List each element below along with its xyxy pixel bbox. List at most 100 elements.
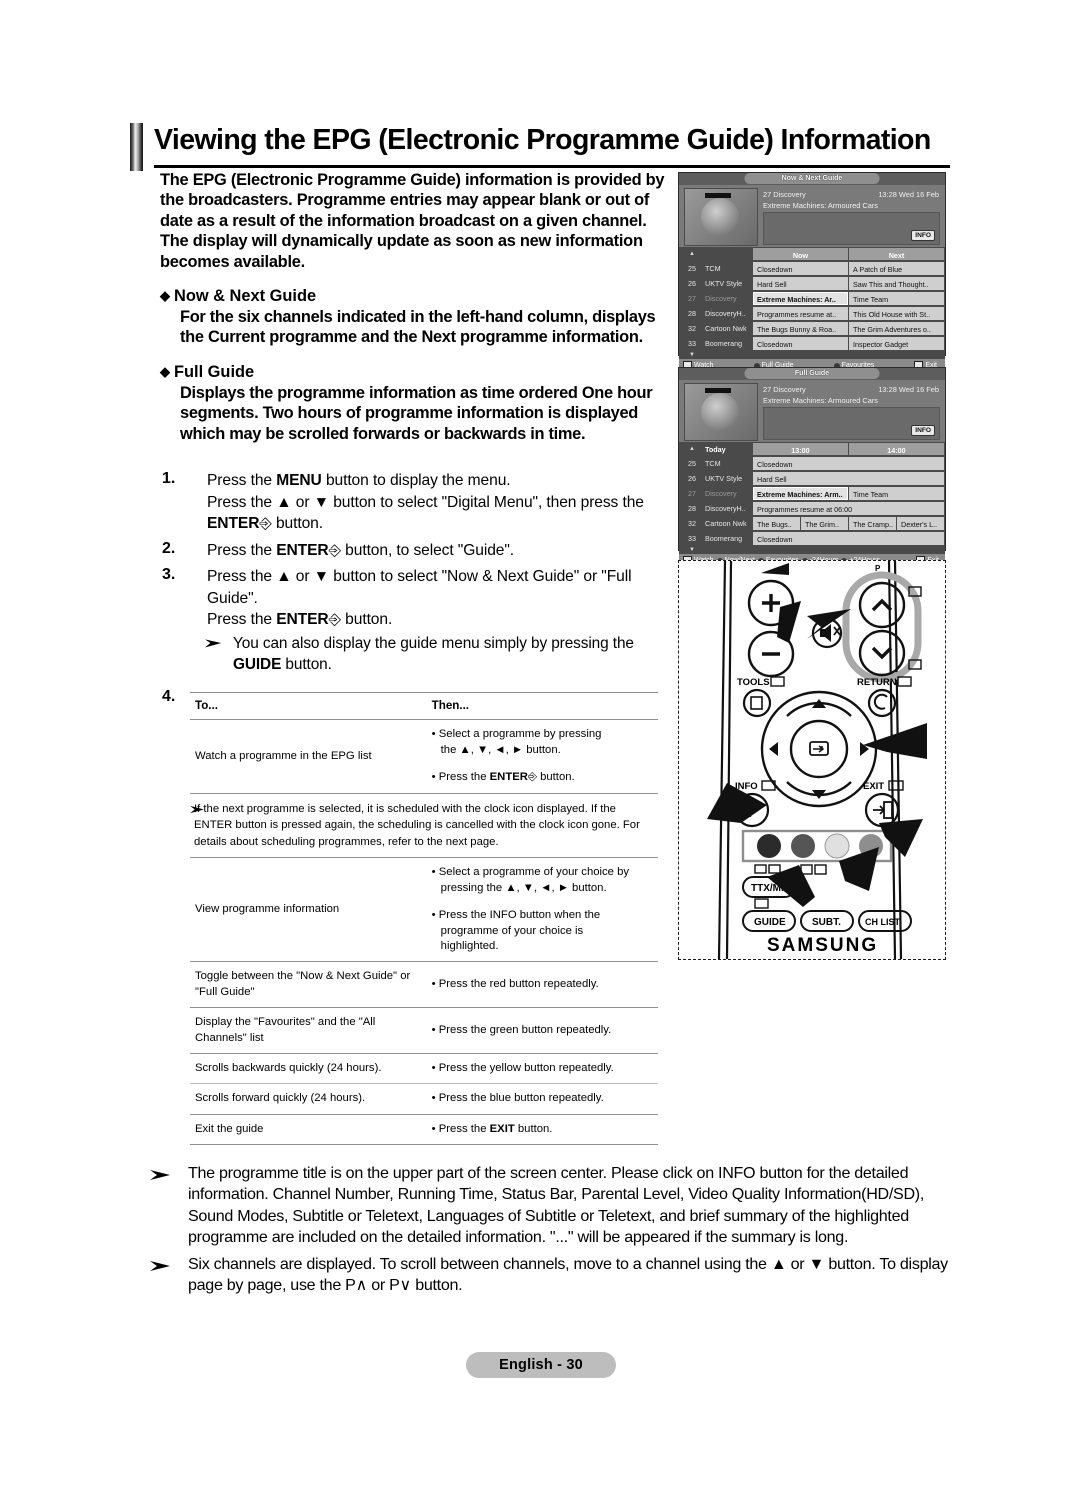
step-1-number: 1. xyxy=(162,470,176,487)
tv2-row[interactable]: 25 TCM Closedown xyxy=(679,456,945,471)
channel-name: Boomerang xyxy=(705,534,743,543)
channel-number: 25 xyxy=(688,264,696,273)
tv1-row[interactable]: 25 TCM Closedown A Patch of Blue xyxy=(679,261,945,276)
programme-block[interactable]: The Grim.. xyxy=(801,517,848,530)
tools-glyph-icon xyxy=(750,696,763,710)
page-footer: English - 30 xyxy=(466,1352,616,1378)
programme-now[interactable]: Hard Sell xyxy=(753,277,848,290)
step-1-line-1: Press the MENU button to display the men… xyxy=(207,472,511,489)
tv2-programme-label: Extreme Machines: Armoured Cars xyxy=(763,396,879,405)
exit-label: EXIT xyxy=(863,781,884,792)
page-title-block: Viewing the EPG (Electronic Programme Gu… xyxy=(130,118,950,178)
programme-now[interactable]: The Bugs Bunny & Roa.. xyxy=(753,322,848,335)
bullet-now-next-heading-row: ◆ Now & Next Guide xyxy=(160,285,672,307)
info-badge-icon[interactable]: INFO xyxy=(911,230,935,241)
table-bottom-border xyxy=(190,1144,658,1146)
programme-block[interactable]: The Cramp.. xyxy=(849,517,896,530)
bullet-now-next: ◆ Now & Next Guide For the six channels i… xyxy=(160,285,672,348)
programme-next[interactable]: A Patch of Blue xyxy=(849,262,944,275)
pointer-arrow-info xyxy=(707,783,767,823)
scroll-up-icon[interactable]: ▲ xyxy=(679,247,705,261)
table-header-to: To... xyxy=(195,699,218,712)
programme-now[interactable]: Closedown xyxy=(753,337,848,350)
scroll-down-icon[interactable]: ▼ xyxy=(679,351,705,359)
programme-next[interactable]: Inspector Gadget xyxy=(849,337,944,350)
channel-name: DiscoveryH.. xyxy=(705,504,746,513)
programme-block[interactable]: Time Team xyxy=(849,487,944,500)
channel-number: 32 xyxy=(688,519,696,528)
info-badge-icon[interactable]: INFO xyxy=(911,425,935,436)
programme-block-selected[interactable]: Extreme Machines: Arm.. xyxy=(753,487,848,500)
tv2-day-label: Today xyxy=(705,445,726,454)
remote-control-svg: P TOOLS RETURN INFO EXIT TTX/MIX GUIDE S… xyxy=(707,561,927,959)
table-cell-then: • Press the red button repeatedly. xyxy=(431,978,599,991)
yellow-button xyxy=(824,833,850,859)
tv2-row-selected[interactable]: 27 Discovery Extreme Machines: Arm.. Tim… xyxy=(679,486,945,501)
then-bullet: • Press the ENTER⎆ button. xyxy=(431,771,575,784)
programme-block[interactable]: Closedown xyxy=(753,457,944,470)
dpad-left-arrow-icon xyxy=(769,742,778,756)
samsung-brand-logo: SAMSUNG xyxy=(767,935,878,956)
table-cell-to: Watch a programme in the EPG list xyxy=(195,749,372,762)
channel-number: 26 xyxy=(688,474,696,483)
subt-label: SUBT. xyxy=(812,917,841,928)
table-row: Scrolls forward quickly (24 hours). • Pr… xyxy=(190,1083,658,1114)
test-pattern-circle xyxy=(701,198,739,236)
then-bullet: • Select a programme of your choice by p… xyxy=(431,866,630,894)
programme-block[interactable]: Programmes resume at 06:00 xyxy=(753,502,944,515)
programme-block[interactable]: Closedown xyxy=(753,532,944,545)
enter-arrow-icon xyxy=(813,745,825,753)
programme-next[interactable]: This Old House with St.. xyxy=(849,307,944,320)
tv1-datetime: 13:28 Wed 16 Feb xyxy=(878,190,939,199)
tv1-row[interactable]: 26 UKTV Style Hard Sell Saw This and Tho… xyxy=(679,276,945,291)
tv1-preview-thumbnail xyxy=(684,188,758,246)
tv1-detail-box: INFO xyxy=(763,212,940,245)
diamond-bullet-icon: ◆ xyxy=(160,363,170,379)
note-arrow-icon xyxy=(190,805,204,813)
channel-number: 32 xyxy=(688,324,696,333)
tv1-row[interactable]: 33 Boomerang Closedown Inspector Gadget xyxy=(679,336,945,351)
chevron-up-icon xyxy=(871,598,893,612)
exit-arrow-icon xyxy=(873,805,886,815)
tv2-channel-label: 27 Discovery xyxy=(763,385,806,394)
tv1-titlebar: Now & Next Guide xyxy=(679,173,945,185)
bottom-note-2-text: Six channels are displayed. To scroll be… xyxy=(188,1255,948,1295)
scroll-up-icon[interactable]: ▲ xyxy=(679,442,705,456)
tv2-row[interactable]: 26 UKTV Style Hard Sell xyxy=(679,471,945,486)
step-3: 3. Press the ▲ or ▼ button to select "No… xyxy=(160,566,675,675)
channel-number: 26 xyxy=(688,279,696,288)
footer-label: English - 30 xyxy=(499,1357,583,1373)
programme-now[interactable]: Programmes resume at.. xyxy=(753,307,848,320)
scroll-down-icon[interactable]: ▼ xyxy=(679,546,705,554)
programme-now-selected[interactable]: Extreme Machines: Ar.. xyxy=(753,292,848,305)
channel-name: TCM xyxy=(705,264,721,273)
programme-next[interactable]: The Grim Adventures o.. xyxy=(849,322,944,335)
note-arrow-icon xyxy=(205,638,222,647)
channel-number: 33 xyxy=(688,534,696,543)
enter-icon: ⎆ xyxy=(259,515,272,532)
exit-key-icon xyxy=(888,780,904,791)
programme-block[interactable]: Dexter's L.. xyxy=(897,517,944,530)
mute-slash-icon xyxy=(833,626,841,636)
programme-now[interactable]: Closedown xyxy=(753,262,848,275)
channel-name: Discovery xyxy=(705,489,737,498)
then-bullet: • Press the INFO button when the program… xyxy=(431,909,601,953)
tv1-row-selected[interactable]: 27 Discovery Extreme Machines: Ar.. Time… xyxy=(679,291,945,306)
table-cell-to: View programme information xyxy=(195,903,340,916)
tv1-row[interactable]: 28 DiscoveryH.. Programmes resume at.. T… xyxy=(679,306,945,321)
tv2-row[interactable]: 33 Boomerang Closedown xyxy=(679,531,945,546)
chlist-label: CH LIST xyxy=(865,917,901,927)
tv2-row[interactable]: 28 DiscoveryH.. Programmes resume at 06:… xyxy=(679,501,945,516)
programme-next[interactable]: Saw This and Thought.. xyxy=(849,277,944,290)
bullet-full-guide-body: Displays the programme information as ti… xyxy=(180,383,653,443)
programme-block[interactable]: Hard Sell xyxy=(753,472,944,485)
tv1-row[interactable]: 32 Cartoon Nwk The Bugs Bunny & Roa.. Th… xyxy=(679,321,945,336)
channel-number: 33 xyxy=(688,339,696,348)
programme-next[interactable]: Time Team xyxy=(849,292,944,305)
table-cell-to: Exit the guide xyxy=(195,1122,264,1135)
programme-block[interactable]: The Bugs.. xyxy=(753,517,800,530)
tv1-title: Now & Next Guide xyxy=(744,173,880,184)
tv2-detail-box: INFO xyxy=(763,407,940,440)
tv2-row[interactable]: 32 Cartoon Nwk The Bugs.. The Grim.. The… xyxy=(679,516,945,531)
note-arrow-icon xyxy=(150,1170,170,1180)
